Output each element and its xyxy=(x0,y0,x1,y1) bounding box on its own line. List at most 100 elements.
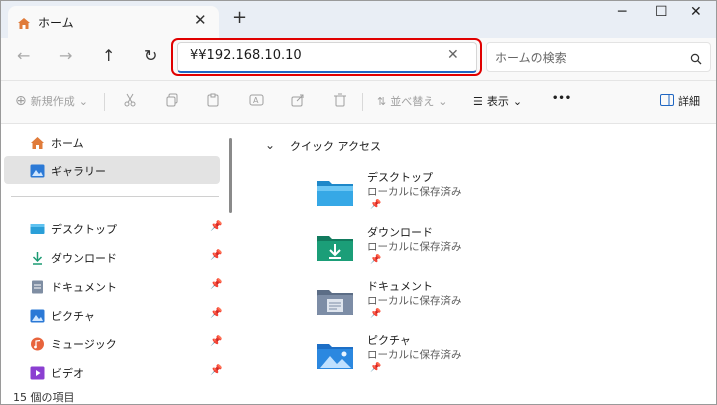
sidebar-item-label: ダウンロード xyxy=(51,252,117,265)
minimize-button[interactable]: ─ xyxy=(618,4,626,20)
quick-access-item-desktop[interactable]: デスクトップ ローカルに保存済み 📌 xyxy=(315,169,575,221)
sort-label: 並べ替え xyxy=(390,95,435,108)
sidebar-item-music[interactable]: ミュージック 📌 xyxy=(4,329,222,357)
pin-icon: 📌 xyxy=(370,363,382,373)
pin-icon[interactable]: 📌 xyxy=(210,250,222,261)
pin-icon[interactable]: 📌 xyxy=(210,365,222,376)
sidebar-item-home[interactable]: ホーム xyxy=(4,128,220,156)
status-bar: 15 個の項目 xyxy=(1,388,716,404)
item-status: ローカルに保存済み xyxy=(367,186,462,198)
view-label: 表示 xyxy=(486,95,509,108)
svg-text:A: A xyxy=(253,96,259,105)
documents-folder-icon xyxy=(315,284,355,318)
gallery-icon xyxy=(30,163,45,178)
pin-icon: 📌 xyxy=(370,255,382,265)
content-pane: ⌄ クイック アクセス デスクトップ ローカルに保存済み 📌 ダウンロード ロー… xyxy=(235,124,716,388)
tab-home[interactable]: ホーム ✕ xyxy=(8,6,219,38)
sidebar-item-label: ピクチャ xyxy=(51,310,95,323)
chevron-down-icon: ⌄ xyxy=(78,94,88,108)
sidebar-item-documents[interactable]: ドキュメント 📌 xyxy=(4,272,222,300)
sidebar-item-label: ビデオ xyxy=(51,367,84,380)
delete-icon[interactable] xyxy=(333,93,347,107)
item-count: 15 個の項目 xyxy=(13,391,75,404)
sidebar-item-label: ギャラリー xyxy=(51,165,106,178)
pictures-icon xyxy=(30,308,45,323)
cut-icon[interactable] xyxy=(123,93,137,107)
pin-icon[interactable]: 📌 xyxy=(210,308,222,319)
item-name: デスクトップ xyxy=(367,171,433,184)
divider xyxy=(11,196,219,197)
command-bar: ⊕ 新規作成 ⌄ A ⇅ 並べ替え ⌄ ☰ 表示 ⌄ ••• 詳細 xyxy=(1,81,716,123)
home-icon xyxy=(17,15,31,34)
download-icon xyxy=(30,250,45,265)
tab-close-button[interactable]: ✕ xyxy=(194,11,207,29)
document-icon xyxy=(30,279,45,294)
toolbar-divider xyxy=(104,93,105,111)
more-options-button[interactable]: ••• xyxy=(552,93,571,104)
new-button[interactable]: ⊕ 新規作成 ⌄ xyxy=(15,93,88,109)
pictures-folder-icon xyxy=(315,338,355,372)
pin-icon[interactable]: 📌 xyxy=(210,336,222,347)
up-button[interactable]: ↑ xyxy=(102,46,115,65)
desktop-icon xyxy=(30,221,45,235)
plus-circle-icon: ⊕ xyxy=(15,93,27,109)
sort-button[interactable]: ⇅ 並べ替え ⌄ xyxy=(377,93,447,109)
sidebar-item-label: デスクトップ xyxy=(51,223,117,236)
forward-button[interactable]: → xyxy=(59,46,72,65)
item-status: ローカルに保存済み xyxy=(367,349,462,361)
item-name: ピクチャ xyxy=(367,334,411,347)
view-button[interactable]: ☰ 表示 ⌄ xyxy=(473,93,522,109)
sidebar-item-label: ミュージック xyxy=(51,338,117,351)
item-status: ローカルに保存済み xyxy=(367,241,462,253)
pin-icon[interactable]: 📌 xyxy=(210,221,222,232)
new-label: 新規作成 xyxy=(30,95,75,108)
desktop-folder-icon xyxy=(315,175,355,209)
sidebar-item-downloads[interactable]: ダウンロード 📌 xyxy=(4,243,222,271)
collapse-chevron-icon[interactable]: ⌄ xyxy=(265,138,275,152)
quick-access-heading[interactable]: クイック アクセス xyxy=(290,138,381,154)
refresh-button[interactable]: ↻ xyxy=(144,46,157,65)
sidebar-item-desktop[interactable]: デスクトップ 📌 xyxy=(4,214,222,242)
details-pane-icon xyxy=(660,93,674,109)
music-icon xyxy=(30,336,45,351)
item-name: ダウンロード xyxy=(367,226,433,239)
sidebar-item-gallery[interactable]: ギャラリー xyxy=(4,156,220,184)
details-button[interactable]: 詳細 xyxy=(660,93,700,109)
item-name: ドキュメント xyxy=(367,280,433,293)
sidebar-scrollbar[interactable] xyxy=(229,138,232,213)
pin-icon[interactable]: 📌 xyxy=(210,279,222,290)
pin-icon: 📌 xyxy=(370,200,382,210)
paste-icon[interactable] xyxy=(206,93,220,107)
sidebar-item-videos[interactable]: ビデオ 📌 xyxy=(4,358,222,386)
copy-icon[interactable] xyxy=(165,93,179,107)
rename-icon[interactable]: A xyxy=(249,93,265,107)
new-tab-button[interactable]: + xyxy=(232,7,247,28)
navigation-pane: ホーム ギャラリー デスクトップ 📌 ダウンロード 📌 ドキュメント 📌 ピクチ… xyxy=(1,124,235,388)
chevron-down-icon: ⌄ xyxy=(512,94,523,108)
back-button[interactable]: ← xyxy=(17,46,30,65)
details-label: 詳細 xyxy=(678,95,700,108)
maximize-button[interactable]: ☐ xyxy=(655,4,668,20)
search-input[interactable]: ホームの検索 xyxy=(486,42,711,72)
search-placeholder: ホームの検索 xyxy=(495,51,567,65)
home-icon xyxy=(30,135,45,149)
search-icon[interactable] xyxy=(690,50,702,69)
tab-title: ホーム xyxy=(38,16,74,30)
quick-access-item-downloads[interactable]: ダウンロード ローカルに保存済み 📌 xyxy=(315,224,575,276)
title-bar: ホーム ✕ + ─ ☐ ✕ xyxy=(1,1,716,38)
sidebar-item-pictures[interactable]: ピクチャ 📌 xyxy=(4,301,222,329)
pin-icon: 📌 xyxy=(370,309,382,319)
sort-icon: ⇅ xyxy=(377,94,387,108)
file-explorer-window: ホーム ✕ + ─ ☐ ✕ ← → ↑ ↻ ¥¥192.168.10.10 ✕ … xyxy=(0,0,717,405)
view-icon: ☰ xyxy=(473,94,483,108)
window-close-button[interactable]: ✕ xyxy=(690,4,702,20)
sidebar-item-label: ドキュメント xyxy=(51,281,117,294)
downloads-folder-icon xyxy=(315,230,355,264)
quick-access-item-pictures[interactable]: ピクチャ ローカルに保存済み 📌 xyxy=(315,332,575,384)
sidebar-item-label: ホーム xyxy=(51,137,84,150)
address-highlight-box xyxy=(171,38,482,76)
toolbar-divider xyxy=(362,93,363,111)
quick-access-item-documents[interactable]: ドキュメント ローカルに保存済み 📌 xyxy=(315,278,575,330)
share-icon[interactable] xyxy=(291,93,305,107)
video-icon xyxy=(30,365,45,380)
